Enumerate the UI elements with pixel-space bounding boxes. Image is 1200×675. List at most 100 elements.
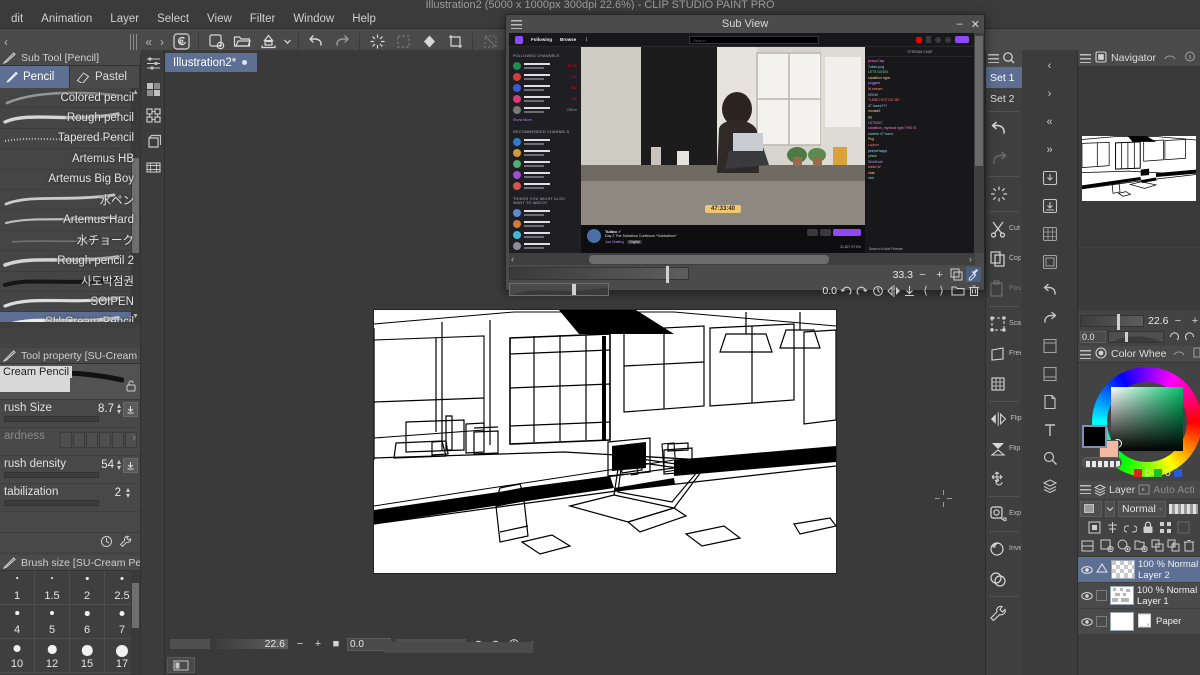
twitch-account-button[interactable]	[955, 36, 969, 43]
quick-access-redo[interactable]	[986, 144, 1022, 174]
layer-row-layer-2[interactable]: 100 % Normal Layer 2	[1078, 557, 1200, 583]
zoom-reset-button[interactable]: ■	[329, 637, 343, 651]
page-2-icon[interactable]	[1036, 360, 1064, 388]
sub-tool-item[interactable]: Artemus Hard	[0, 210, 140, 231]
zoom-out-button[interactable]: −	[915, 267, 930, 282]
hamburger-icon[interactable]	[988, 54, 999, 63]
quick-access-move-rotate[interactable]	[986, 464, 1022, 494]
canvas-paper[interactable]	[373, 310, 838, 573]
prev-image-icon[interactable]: ⟨	[918, 283, 933, 298]
quick-access-settings[interactable]	[986, 599, 1022, 629]
quick-access-mesh-transform[interactable]	[986, 369, 1022, 399]
twitch-notifications-icon[interactable]	[945, 36, 951, 43]
navigator-thumbnail[interactable]	[1081, 136, 1197, 201]
twitch-channel-item[interactable]	[513, 229, 577, 240]
twitch-channel-item[interactable]: 862	[513, 82, 577, 93]
scrollbar-thumb[interactable]	[589, 254, 829, 264]
quick-access-clear[interactable]	[986, 179, 1022, 209]
command-bar-gripper[interactable]	[130, 33, 139, 50]
expand-all-icon[interactable]: »	[1036, 136, 1064, 164]
clip-to-layer-icon[interactable]	[1088, 521, 1101, 537]
saturation-value-square[interactable]	[1111, 387, 1183, 451]
twitch-channel-item[interactable]: Offline	[513, 104, 577, 115]
rotate-right-icon[interactable]	[1183, 329, 1198, 344]
delete-layer-icon[interactable]	[1183, 539, 1195, 555]
twitch-channel-item[interactable]	[513, 158, 577, 169]
twitch-channel-item[interactable]	[513, 169, 577, 180]
layer-row-paper[interactable]: Paper	[1078, 609, 1200, 635]
scroll-left-arrow[interactable]: ‹	[509, 254, 514, 264]
lock-open-icon[interactable]	[126, 380, 136, 395]
navigator-rotation-slider[interactable]	[1108, 330, 1164, 343]
quick-access-cut[interactable]: Cut	[986, 214, 1022, 244]
brush-size-cell[interactable]: 12	[35, 639, 70, 672]
layer-tab[interactable]: Layer	[1094, 484, 1135, 496]
follow-heart-icon[interactable]	[807, 229, 818, 236]
zoom-in-button[interactable]: +	[311, 637, 325, 651]
sub-tool-item[interactable]: Rough pencil 2	[0, 251, 140, 272]
stream-category[interactable]: Just Chatting	[605, 240, 624, 244]
twitch-channel-item[interactable]	[513, 136, 577, 147]
rotate-left-icon[interactable]	[838, 283, 853, 298]
chevron-right-icon[interactable]: ›	[132, 432, 136, 444]
scrollbar-thumb[interactable]	[975, 36, 983, 166]
scroll-right-arrow[interactable]: ›	[969, 254, 972, 264]
zoom-in-button[interactable]: +	[1187, 313, 1200, 328]
twitch-bits-icon[interactable]	[935, 36, 941, 43]
combine-down-icon[interactable]	[1167, 539, 1180, 555]
hardness-segments[interactable]	[60, 432, 137, 448]
menu-item-select[interactable]: Select	[148, 11, 198, 27]
menu-item-layer[interactable]: Layer	[101, 11, 148, 27]
navigator-body[interactable]	[1078, 67, 1200, 310]
streamer-avatar[interactable]	[587, 229, 601, 243]
sub-view-tab-icon[interactable]	[1164, 51, 1176, 65]
twitch-chat-footer[interactable]: Search to Add Friends	[865, 244, 975, 253]
hamburger-icon[interactable]	[511, 19, 522, 29]
spinner-icon[interactable]: ▴ ▾	[117, 402, 121, 416]
sub-tool-item[interactable]: 水チョーク	[0, 231, 140, 252]
rotate-left-icon[interactable]	[1166, 329, 1181, 344]
brush-size-slider[interactable]	[4, 416, 99, 422]
color-wheel-body[interactable]: 0 0	[1078, 363, 1200, 481]
wrench-icon[interactable]	[119, 535, 132, 551]
next-image-icon[interactable]: ⟩	[934, 283, 949, 298]
sub-view-rotation-slider[interactable]	[509, 283, 609, 296]
transfer-down-icon[interactable]	[1151, 539, 1164, 555]
rotate-right-icon[interactable]	[854, 283, 869, 298]
brush-size-cell[interactable]: 10	[0, 639, 35, 672]
zoom-in-button[interactable]: +	[932, 267, 947, 282]
quick-access-icon[interactable]	[1002, 51, 1015, 67]
copy-color-icon[interactable]	[949, 267, 964, 282]
eyedropper-icon[interactable]	[966, 267, 981, 282]
twitch-chat-panel[interactable]: STREAM CHAT peepoClap Tubbo pog LETS GOO…	[865, 47, 975, 253]
canvas-display-mode-button[interactable]	[167, 657, 195, 673]
twitch-show-more[interactable]: Show More	[513, 118, 577, 122]
open-folder-icon[interactable]	[950, 283, 965, 298]
twitch-logo-icon[interactable]	[515, 35, 523, 44]
initialize-icon[interactable]	[100, 535, 113, 551]
text-icon[interactable]	[1036, 416, 1064, 444]
item-bank-tab-icon[interactable]	[1184, 51, 1196, 65]
twitch-video-player[interactable]	[581, 47, 865, 225]
layer-icon[interactable]	[141, 128, 165, 154]
subscribe-button[interactable]	[833, 229, 861, 236]
foreground-color-swatch[interactable]	[1082, 425, 1107, 448]
close-button[interactable]: ✕	[971, 18, 980, 31]
quick-access-set-1[interactable]: Set 1	[986, 67, 1022, 88]
brush-size-scrollbar[interactable]	[131, 571, 140, 675]
twitch-prime-icon[interactable]	[926, 36, 931, 43]
reset-rotation-icon[interactable]	[870, 283, 885, 298]
sub-view-window[interactable]: Sub View – ✕ Following Browse ⋮ Search F…	[505, 14, 985, 297]
reference-layer-icon[interactable]	[1159, 521, 1172, 537]
sub-view-title-bar[interactable]: Sub View – ✕	[506, 15, 984, 33]
layer-search-icon[interactable]	[1036, 444, 1064, 472]
minimize-button[interactable]: –	[957, 18, 963, 31]
layer-mask-icon[interactable]	[1106, 521, 1119, 537]
visibility-toggle-icon[interactable]	[1081, 564, 1093, 576]
sub-tool-item[interactable]: 水ペン	[0, 190, 140, 211]
document-tab-illustration2[interactable]: Illustration2*	[165, 53, 258, 72]
layer-row-layer-1[interactable]: 100 % Normal Layer 1	[1078, 583, 1200, 609]
share-icon[interactable]	[820, 229, 831, 236]
scrollbar-thumb[interactable]	[132, 583, 139, 628]
foreground-background-color[interactable]	[1082, 425, 1122, 468]
